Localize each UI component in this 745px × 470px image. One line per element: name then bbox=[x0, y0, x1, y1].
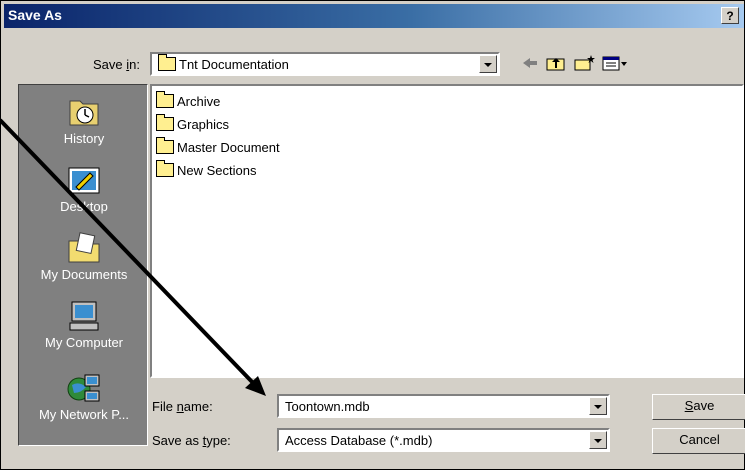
annotation-arrow bbox=[0, 118, 266, 396]
arrow-shaft bbox=[0, 118, 258, 388]
